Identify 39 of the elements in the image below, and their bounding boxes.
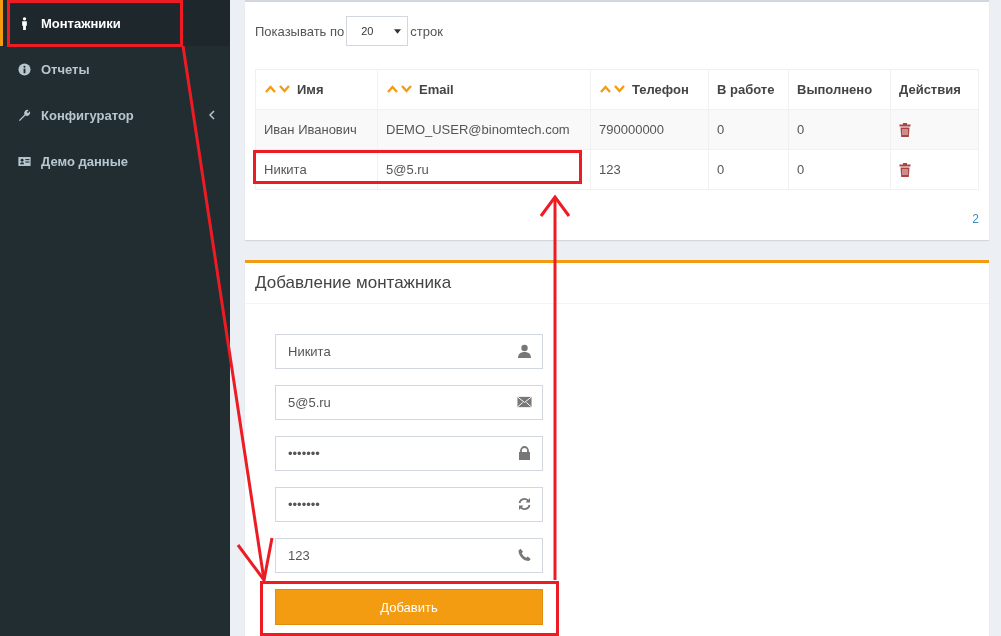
chevron-left-icon (209, 110, 215, 120)
refresh-icon (517, 497, 532, 511)
column-header[interactable]: Имя (255, 69, 378, 110)
input-field[interactable]: Никита (275, 334, 543, 369)
column-header: В работе (708, 69, 789, 110)
table-cell: 0 (708, 149, 789, 190)
trash-icon[interactable] (899, 122, 911, 137)
column-header[interactable]: Email (377, 69, 591, 110)
table-cell: DEMO_USER@binomtech.com (377, 109, 591, 150)
sidebar-item[interactable]: Конфигуратор (0, 92, 230, 138)
phone-icon (517, 548, 532, 562)
table-cell: 123 (590, 149, 709, 190)
user-icon (517, 344, 532, 358)
form-title: Добавление монтажника (245, 263, 989, 304)
column-header[interactable]: Телефон (590, 69, 709, 110)
column-header: Действия (890, 69, 979, 110)
wrench-icon (18, 108, 31, 122)
table-cell: 0 (788, 109, 891, 150)
lock-icon (517, 446, 532, 460)
table-cell: 0 (788, 149, 891, 190)
caret-icon (394, 28, 402, 34)
page-link[interactable]: 2 (972, 212, 979, 226)
table-cell: 790000000 (590, 109, 709, 150)
page-size-label: Показывать по (255, 23, 345, 39)
sidebar-item[interactable]: Отчеты (0, 46, 230, 92)
input-field[interactable]: 123 (275, 538, 543, 573)
table-cell: Иван Иванович (255, 109, 378, 150)
input-field[interactable]: 5@5.ru (275, 385, 543, 420)
table-cell: 0 (708, 109, 789, 150)
column-header: Выполнено (788, 69, 891, 110)
page-size-label: строк (410, 23, 443, 39)
page-size-select[interactable]: 20 (346, 16, 409, 46)
input-field[interactable]: ••••••• (275, 436, 543, 471)
info-icon (18, 62, 31, 76)
envelope-icon (517, 395, 532, 409)
id-card-icon (18, 154, 31, 168)
trash-icon[interactable] (899, 162, 911, 177)
sidebar-item[interactable]: Демо данные (0, 138, 230, 184)
input-field[interactable]: ••••••• (275, 487, 543, 522)
